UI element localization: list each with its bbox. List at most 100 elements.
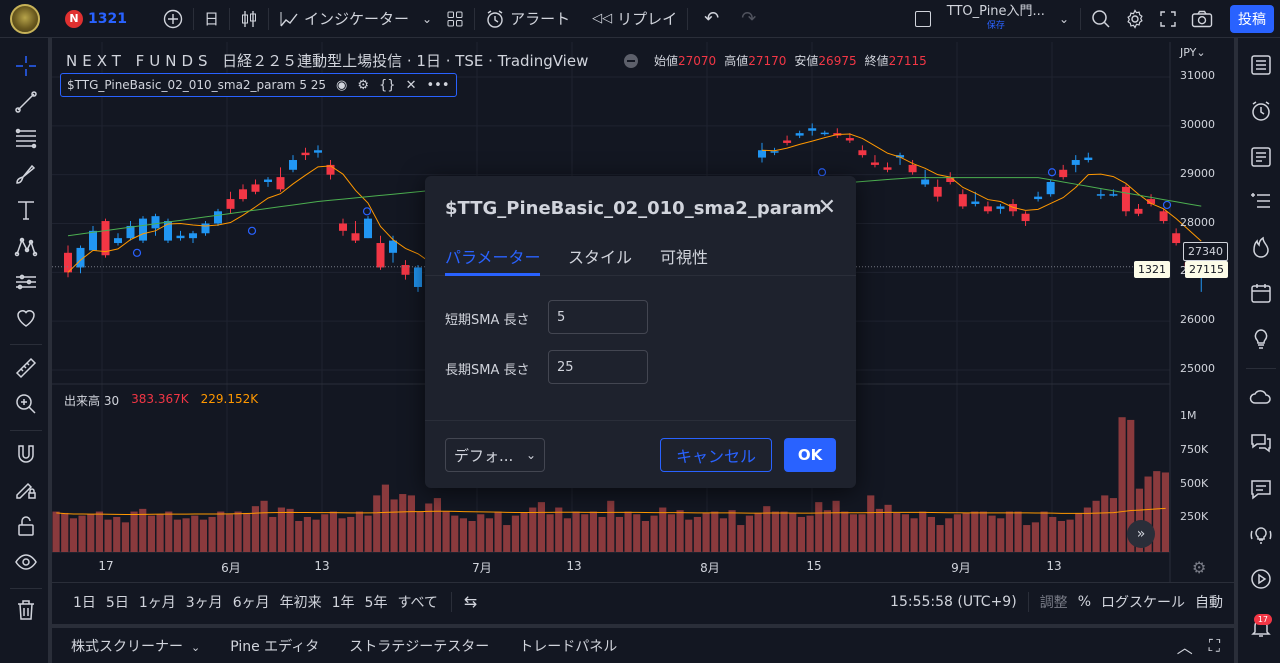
defaults-dropdown[interactable]: デフォ... ⌄ — [445, 438, 545, 472]
pattern-tool[interactable] — [12, 232, 40, 260]
currency-selector[interactable]: JPY⌄ — [1180, 46, 1206, 59]
watchlist-button[interactable] — [1246, 50, 1276, 80]
candle-body — [996, 206, 1005, 209]
volume-bar — [52, 511, 60, 552]
scroll-to-realtime-button[interactable]: » — [1127, 520, 1155, 548]
source-code-icon[interactable]: {} — [379, 78, 396, 93]
collapse-icon[interactable] — [624, 53, 638, 68]
ideas-button[interactable] — [1246, 324, 1276, 354]
price-tick-label: 30000 — [1180, 117, 1215, 131]
calendar-button[interactable] — [1246, 278, 1276, 308]
range-5d[interactable]: 5日 — [101, 592, 134, 612]
search-button[interactable] — [1084, 0, 1118, 38]
snapshot-button[interactable] — [1184, 0, 1220, 38]
layout-selector[interactable]: TTO_Pine入門... 保存 ⌄ — [907, 4, 1077, 33]
podcast-button[interactable] — [1246, 564, 1276, 594]
close-icon[interactable]: ✕ — [818, 197, 836, 219]
candle-body — [1159, 211, 1168, 222]
tab-parameters[interactable]: パラメーター — [445, 244, 541, 268]
stay-in-drawing-tool[interactable] — [12, 476, 40, 504]
indicator-legend[interactable]: $TTG_PineBasic_02_010_sma2_param 5 25 ◉ … — [60, 73, 457, 97]
tab-visibility[interactable]: 可視性 — [660, 244, 708, 268]
ok-button[interactable]: OK — [784, 438, 836, 472]
axis-settings-icon[interactable]: ⚙ — [1192, 558, 1206, 577]
notifications-button[interactable]: 17 — [1246, 612, 1276, 642]
alerts-button[interactable] — [1246, 96, 1276, 126]
tab-style[interactable]: スタイル — [568, 244, 632, 268]
alert-button[interactable]: アラート — [478, 0, 577, 38]
volume-bar — [78, 515, 86, 552]
more-icon[interactable]: ••• — [426, 78, 449, 93]
tab-pine-editor[interactable]: Pine エディタ — [215, 636, 334, 656]
auto-scale-toggle[interactable]: 自動 — [1190, 592, 1228, 612]
chart-type-button[interactable] — [233, 0, 265, 38]
range-all[interactable]: すべて — [392, 592, 442, 612]
range-1d[interactable]: 1日 — [68, 592, 101, 612]
pattern-icon — [14, 237, 38, 257]
tab-strategy-tester[interactable]: ストラテジーテスター — [334, 636, 504, 656]
volume-bar — [121, 522, 129, 552]
cancel-button[interactable]: キャンセル — [660, 438, 772, 472]
publish-button[interactable]: 投稿 — [1230, 5, 1274, 33]
crosshair-tool[interactable] — [12, 52, 40, 80]
long-sma-length-input[interactable]: 25 — [548, 350, 648, 384]
favorites-tool[interactable] — [12, 304, 40, 332]
candle-body — [883, 167, 892, 170]
volume-bar — [555, 507, 563, 552]
percent-toggle[interactable]: % — [1073, 594, 1096, 610]
templates-button[interactable] — [439, 0, 471, 38]
adjust-toggle[interactable]: 調整 — [1035, 592, 1073, 612]
news-button[interactable] — [1246, 142, 1276, 172]
fullscreen-button[interactable] — [1152, 0, 1184, 38]
messages-button[interactable] — [1246, 474, 1276, 504]
goto-date-icon[interactable]: ⇆ — [460, 592, 481, 611]
undo-button[interactable]: ↶ — [697, 0, 726, 38]
eye-icon[interactable]: ◉ — [336, 78, 347, 93]
range-3m[interactable]: 3ヶ月 — [181, 592, 228, 612]
interval-button[interactable]: 日 — [197, 0, 226, 38]
range-1y[interactable]: 1年 — [327, 592, 360, 612]
remove-tool[interactable] — [12, 596, 40, 624]
ruler-tool[interactable] — [12, 354, 40, 382]
brush-tool[interactable] — [12, 160, 40, 188]
user-avatar[interactable] — [10, 3, 40, 34]
hide-tool[interactable] — [12, 548, 40, 576]
fib-tool[interactable] — [12, 124, 40, 152]
settings-button[interactable] — [1118, 0, 1152, 38]
hotlists-button[interactable] — [1246, 232, 1276, 262]
replay-button[interactable]: ◁◁ リプレイ — [585, 0, 684, 38]
zoom-tool[interactable] — [12, 390, 40, 418]
range-6m[interactable]: 6ヶ月 — [228, 592, 275, 612]
volume-bar — [95, 511, 103, 552]
help-button[interactable] — [1246, 520, 1276, 550]
tab-stock-screener[interactable]: 株式スクリーナー ⌄ — [56, 636, 215, 656]
chevron-up-icon[interactable]: ︿ — [1167, 634, 1203, 658]
low-value: 26975 — [818, 54, 857, 68]
gear-icon[interactable]: ⚙ — [357, 78, 369, 93]
compare-add-button[interactable] — [156, 0, 190, 38]
range-5y[interactable]: 5年 — [360, 592, 393, 612]
divider — [474, 7, 476, 30]
maximize-icon[interactable]: ⛶ — [1203, 636, 1234, 656]
forecast-tool[interactable] — [12, 268, 40, 296]
text-tool[interactable] — [12, 196, 40, 224]
clock[interactable]: 15:55:58 (UTC+9) — [885, 594, 1022, 610]
data-window-button[interactable] — [1246, 186, 1276, 216]
price-tick-label: 28000 — [1180, 215, 1215, 229]
trendline-tool[interactable] — [12, 88, 40, 116]
volume-bar — [347, 516, 355, 552]
lock-tool[interactable] — [12, 512, 40, 540]
indicators-button[interactable]: インジケーター ⌄ — [272, 0, 439, 38]
tab-trading-panel[interactable]: トレードパネル — [504, 636, 632, 656]
chats-button[interactable] — [1246, 428, 1276, 458]
range-ytd[interactable]: 年初来 — [275, 592, 327, 612]
range-1m[interactable]: 1ヶ月 — [134, 592, 181, 612]
log-scale-toggle[interactable]: ログスケール — [1096, 592, 1190, 612]
magnet-tool[interactable] — [12, 440, 40, 468]
candle-body — [389, 240, 397, 253]
symbol-search[interactable]: N 1321 — [58, 0, 134, 38]
streams-button[interactable] — [1246, 382, 1276, 412]
short-sma-length-input[interactable]: 5 — [548, 300, 648, 334]
redo-button[interactable]: ↷ — [734, 0, 763, 38]
close-icon[interactable]: ✕ — [406, 78, 417, 93]
